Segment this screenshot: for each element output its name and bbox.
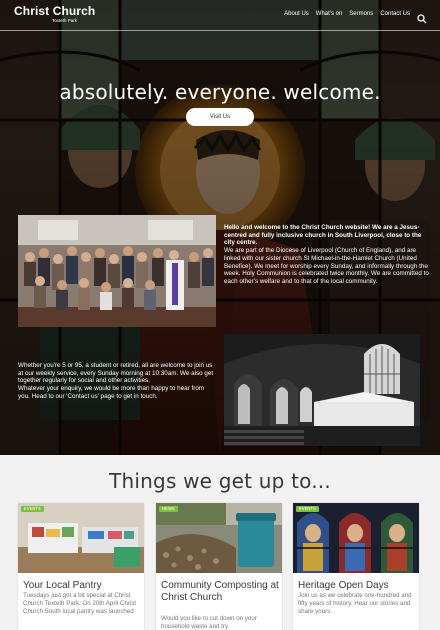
welcome-paragraph-1: Whether you're 5 or 95, a student or ret… (18, 362, 214, 385)
church-interior-photo (224, 334, 420, 446)
welcome-paragraph-2: Whatever your enquiry, we would be more … (18, 385, 205, 400)
logo-title: Christ Church (14, 4, 96, 18)
nav-whats-on[interactable]: What's on (316, 10, 343, 19)
congregation-photo (18, 215, 216, 327)
event-card[interactable]: Events Your Local Pantry Tuesdays just g… (18, 503, 144, 630)
nav-contact-us[interactable]: Contact Us (380, 10, 410, 19)
logo-subtitle: Toxteth Park (52, 18, 78, 23)
composting-photo: News (156, 503, 282, 573)
card-category-badge[interactable]: News (159, 506, 178, 512)
event-card[interactable]: News Community Composting at Christ Chur… (156, 503, 282, 630)
header-divider (0, 30, 440, 31)
events-section-title: Things we get up to... (109, 469, 331, 493)
card-category-badge[interactable]: Events (296, 506, 319, 512)
card-title[interactable]: Your Local Pantry (23, 580, 141, 592)
hero-section: Christ Church Toxteth Park About Us What… (0, 0, 440, 455)
intro-body: We are part of the Diocese of Liverpool … (224, 247, 429, 285)
card-title[interactable]: Heritage Open Days (298, 580, 416, 592)
visit-us-button[interactable]: Visit Us (186, 108, 254, 126)
card-excerpt: Tuesdays just got a bit special at Chris… (23, 592, 137, 616)
search-icon[interactable] (417, 9, 427, 24)
main-nav: About Us What's on Sermons Contact Us (277, 10, 410, 19)
card-category-badge[interactable]: Events (21, 506, 44, 512)
nav-sermons[interactable]: Sermons (349, 10, 373, 19)
card-excerpt: Join us as we celebrate one-hundred and … (298, 592, 412, 616)
nav-about-us[interactable]: About Us (284, 10, 309, 19)
intro-text: Hello and welcome to the Christ Church w… (224, 224, 430, 286)
card-title[interactable]: Community Composting at Christ Church (161, 580, 279, 603)
welcome-text: Whether you're 5 or 95, a student or ret… (18, 362, 216, 401)
intro-lead: Hello and welcome to the Christ Church w… (224, 224, 422, 247)
heritage-window-photo: Events (293, 503, 419, 573)
card-excerpt: Would you like to cut down on your house… (161, 615, 257, 630)
site-logo[interactable]: Christ Church Toxteth Park (14, 5, 104, 27)
hero-headline: absolutely. everyone. welcome. (59, 80, 381, 104)
pantry-photo: Events (18, 503, 144, 573)
event-card[interactable]: Events Heritage Open Days Join us as we … (293, 503, 419, 630)
page: Christ Church Toxteth Park About Us What… (0, 0, 440, 630)
site-header: Christ Church Toxteth Park About Us What… (0, 0, 440, 30)
